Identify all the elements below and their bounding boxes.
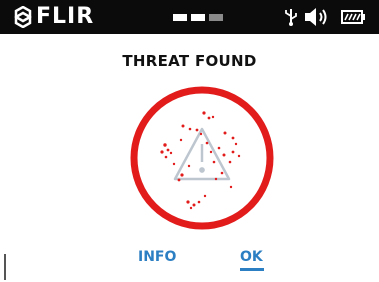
speaker-icon[interactable]	[303, 6, 333, 28]
signal-dashes	[173, 14, 223, 21]
status-bar: FLIR	[0, 0, 379, 34]
battery-icon	[341, 10, 365, 24]
signal-dash	[209, 14, 223, 21]
usb-icon	[285, 9, 297, 26]
signal-dash	[191, 14, 205, 21]
flir-shield-icon	[14, 6, 32, 28]
signal-dash	[173, 14, 187, 21]
ok-button[interactable]: OK	[240, 249, 263, 265]
ok-button-underline	[240, 268, 264, 271]
flir-logo: FLIR	[14, 5, 94, 29]
brand-name: FLIR	[36, 4, 95, 29]
warning-triangle-icon	[173, 127, 231, 181]
text-cursor	[4, 254, 6, 280]
threat-indicator	[130, 86, 274, 230]
info-button[interactable]: INFO	[138, 249, 176, 265]
threat-particles	[160, 111, 241, 210]
threat-dialog: THREAT FOUND INFO OK	[0, 34, 379, 282]
